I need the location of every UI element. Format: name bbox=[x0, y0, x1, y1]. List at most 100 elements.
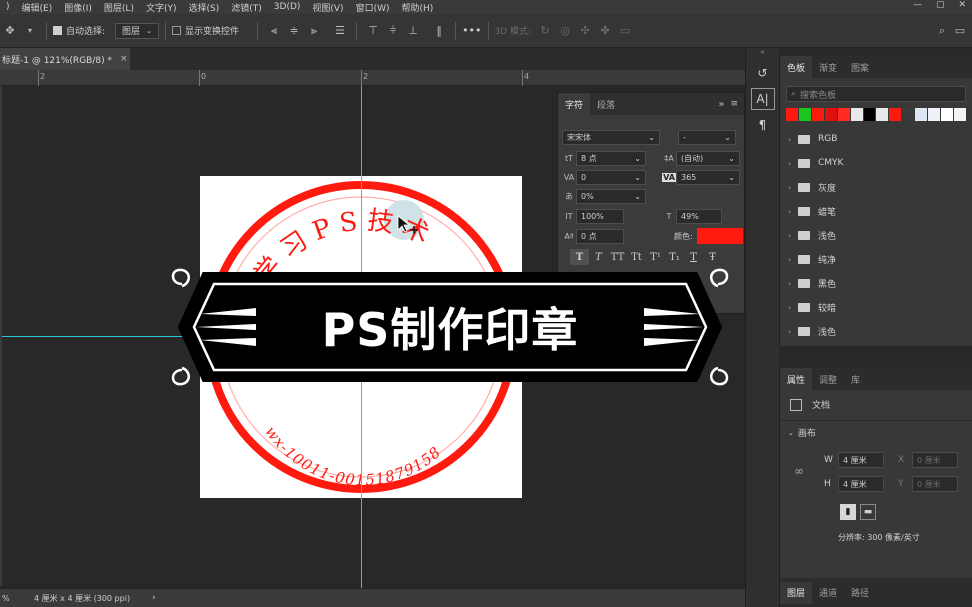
tool-preset-chevron-icon[interactable]: ▾ bbox=[22, 23, 38, 39]
link-dimensions-icon[interactable]: ∞ bbox=[794, 464, 804, 478]
character-panel-icon[interactable]: A| bbox=[750, 88, 775, 110]
kerning-field[interactable]: 0 ⌄ bbox=[576, 169, 646, 185]
search-icon[interactable]: ⌕ bbox=[934, 23, 950, 39]
history-icon[interactable]: ↺ bbox=[751, 62, 775, 84]
3d-scale-icon[interactable]: ▭ bbox=[617, 23, 633, 39]
baseline-shift-field[interactable]: 0 点 bbox=[576, 228, 624, 244]
tab-layers[interactable]: 图层 bbox=[780, 581, 813, 604]
collapse-icon[interactable]: « bbox=[746, 48, 779, 58]
paragraph-panel-icon[interactable]: ¶ bbox=[751, 114, 775, 136]
zoom-readout[interactable]: % bbox=[0, 594, 34, 603]
tab-paths[interactable]: 路径 bbox=[844, 582, 876, 604]
swatch-folder[interactable]: › 纯净 bbox=[780, 247, 972, 271]
menu-view[interactable]: 视图(V) bbox=[306, 1, 349, 14]
tab-adjustments[interactable]: 调整 bbox=[812, 368, 844, 390]
menu-partial[interactable]: ) bbox=[0, 2, 16, 12]
width-field[interactable]: 4 厘米 bbox=[838, 452, 884, 468]
color-swatch[interactable] bbox=[811, 108, 824, 121]
tab-patterns[interactable]: 图案 bbox=[844, 56, 876, 78]
color-swatch[interactable] bbox=[915, 108, 928, 121]
3d-orbit-icon[interactable]: ↻ bbox=[537, 23, 553, 39]
color-swatch[interactable] bbox=[837, 108, 850, 121]
color-swatch[interactable] bbox=[824, 108, 837, 121]
color-swatch[interactable] bbox=[889, 108, 902, 121]
menu-help[interactable]: 帮助(H) bbox=[396, 1, 440, 14]
move-tool-icon[interactable]: ✥ bbox=[2, 23, 18, 39]
color-swatch[interactable] bbox=[798, 108, 811, 121]
panel-collapse-icon[interactable]: » bbox=[718, 99, 730, 110]
color-swatch[interactable] bbox=[928, 108, 941, 121]
close-tab-icon[interactable]: × bbox=[120, 54, 128, 64]
tab-gradients[interactable]: 渐变 bbox=[812, 56, 844, 78]
panel-menu-icon[interactable]: ≡ bbox=[730, 99, 744, 109]
small-caps-button[interactable]: Tt bbox=[627, 249, 646, 265]
swatch-folder[interactable]: › RGB bbox=[780, 127, 972, 151]
swatch-folder[interactable]: › 浅色 bbox=[780, 223, 972, 247]
menu-image[interactable]: 图像(I) bbox=[58, 1, 98, 14]
distribute-icon[interactable]: ☰ bbox=[332, 23, 348, 39]
swatch-folder[interactable]: › CMYK bbox=[780, 151, 972, 175]
y-field[interactable]: 0 厘米 bbox=[912, 476, 958, 492]
color-swatch[interactable] bbox=[786, 108, 798, 121]
menu-window[interactable]: 窗口(W) bbox=[350, 1, 396, 14]
all-caps-button[interactable]: TT bbox=[608, 249, 627, 265]
color-swatch[interactable] bbox=[902, 108, 915, 121]
faux-bold-button[interactable]: T bbox=[570, 249, 589, 265]
menu-type[interactable]: 文字(Y) bbox=[140, 1, 183, 14]
3d-roll-icon[interactable]: ◎ bbox=[557, 23, 573, 39]
align-hcenter-icon[interactable]: ≑ bbox=[286, 23, 302, 39]
vertical-scale-field[interactable]: 100% bbox=[576, 208, 624, 224]
landscape-icon[interactable]: ▬ bbox=[860, 504, 876, 520]
underline-button[interactable]: T bbox=[684, 249, 703, 265]
workspace-icon[interactable]: ▭ bbox=[952, 23, 968, 39]
align-top-icon[interactable]: ⊤ bbox=[365, 23, 381, 39]
swatch-folder[interactable]: › 较暗 bbox=[780, 295, 972, 319]
align-bottom-icon[interactable]: ⊥ bbox=[405, 23, 421, 39]
font-style-select[interactable]: - ⌄ bbox=[678, 129, 736, 145]
maximize-icon[interactable]: ▢ bbox=[936, 0, 945, 10]
menu-select[interactable]: 选择(S) bbox=[183, 1, 226, 14]
document-tab[interactable]: 标题-1 @ 121%(RGB/8) * × bbox=[0, 48, 130, 70]
distribute-vertical-icon[interactable]: ‖ bbox=[431, 23, 447, 39]
color-swatch[interactable] bbox=[863, 108, 876, 121]
show-transform-checkbox[interactable] bbox=[172, 26, 182, 35]
superscript-button[interactable]: T¹ bbox=[646, 249, 665, 265]
portrait-icon[interactable]: ▮ bbox=[840, 504, 856, 520]
tracking-field[interactable]: 365 ⌄ bbox=[676, 169, 740, 185]
swatch-folder[interactable]: › 浅色 bbox=[780, 319, 972, 343]
color-swatch[interactable] bbox=[941, 108, 953, 121]
leading-field[interactable]: (自动) ⌄ bbox=[676, 150, 740, 166]
subscript-button[interactable]: T₁ bbox=[665, 249, 684, 265]
3d-slide-icon[interactable]: ✤ bbox=[597, 23, 613, 39]
strikethrough-button[interactable]: Ŧ bbox=[703, 249, 722, 265]
more-options-button[interactable]: ••• bbox=[462, 24, 481, 37]
horizontal-scale-field[interactable]: 49% bbox=[676, 208, 722, 224]
faux-italic-button[interactable]: T bbox=[589, 249, 608, 265]
menu-layer[interactable]: 图层(L) bbox=[98, 1, 140, 14]
minimize-icon[interactable]: — bbox=[913, 0, 922, 10]
chevron-right-icon[interactable]: › bbox=[152, 593, 156, 603]
height-field[interactable]: 4 厘米 bbox=[838, 476, 884, 492]
align-right-icon[interactable]: ⫸ bbox=[306, 23, 322, 39]
color-swatch[interactable] bbox=[850, 108, 863, 121]
font-size-field[interactable]: 8 点 ⌄ bbox=[576, 150, 646, 166]
menu-filter[interactable]: 滤镜(T) bbox=[225, 1, 268, 14]
tab-properties[interactable]: 属性 bbox=[780, 368, 813, 390]
swatch-folder[interactable]: › 黑色 bbox=[780, 271, 972, 295]
auto-select-checkbox[interactable] bbox=[53, 26, 62, 35]
swatch-folder[interactable]: › 灰度 bbox=[780, 175, 972, 199]
3d-pan-icon[interactable]: ✣ bbox=[577, 23, 593, 39]
align-vcenter-icon[interactable]: ⫩ bbox=[385, 23, 401, 39]
x-field[interactable]: 0 厘米 bbox=[912, 452, 958, 468]
tsume-field[interactable]: 0% ⌄ bbox=[576, 188, 646, 204]
font-family-select[interactable]: 宋宋体 ⌄ bbox=[562, 129, 660, 145]
tab-channels[interactable]: 通道 bbox=[812, 582, 844, 604]
align-left-icon[interactable]: ⫷ bbox=[266, 23, 282, 39]
menu-edit[interactable]: 编辑(E) bbox=[16, 1, 59, 14]
tab-swatches[interactable]: 色板 bbox=[780, 56, 813, 78]
auto-select-target-dropdown[interactable]: 图层 ⌄ bbox=[115, 22, 160, 39]
menu-3d[interactable]: 3D(D) bbox=[268, 2, 307, 12]
color-swatch[interactable] bbox=[953, 108, 966, 121]
color-swatch[interactable] bbox=[876, 108, 889, 121]
close-icon[interactable]: ✕ bbox=[958, 0, 966, 10]
